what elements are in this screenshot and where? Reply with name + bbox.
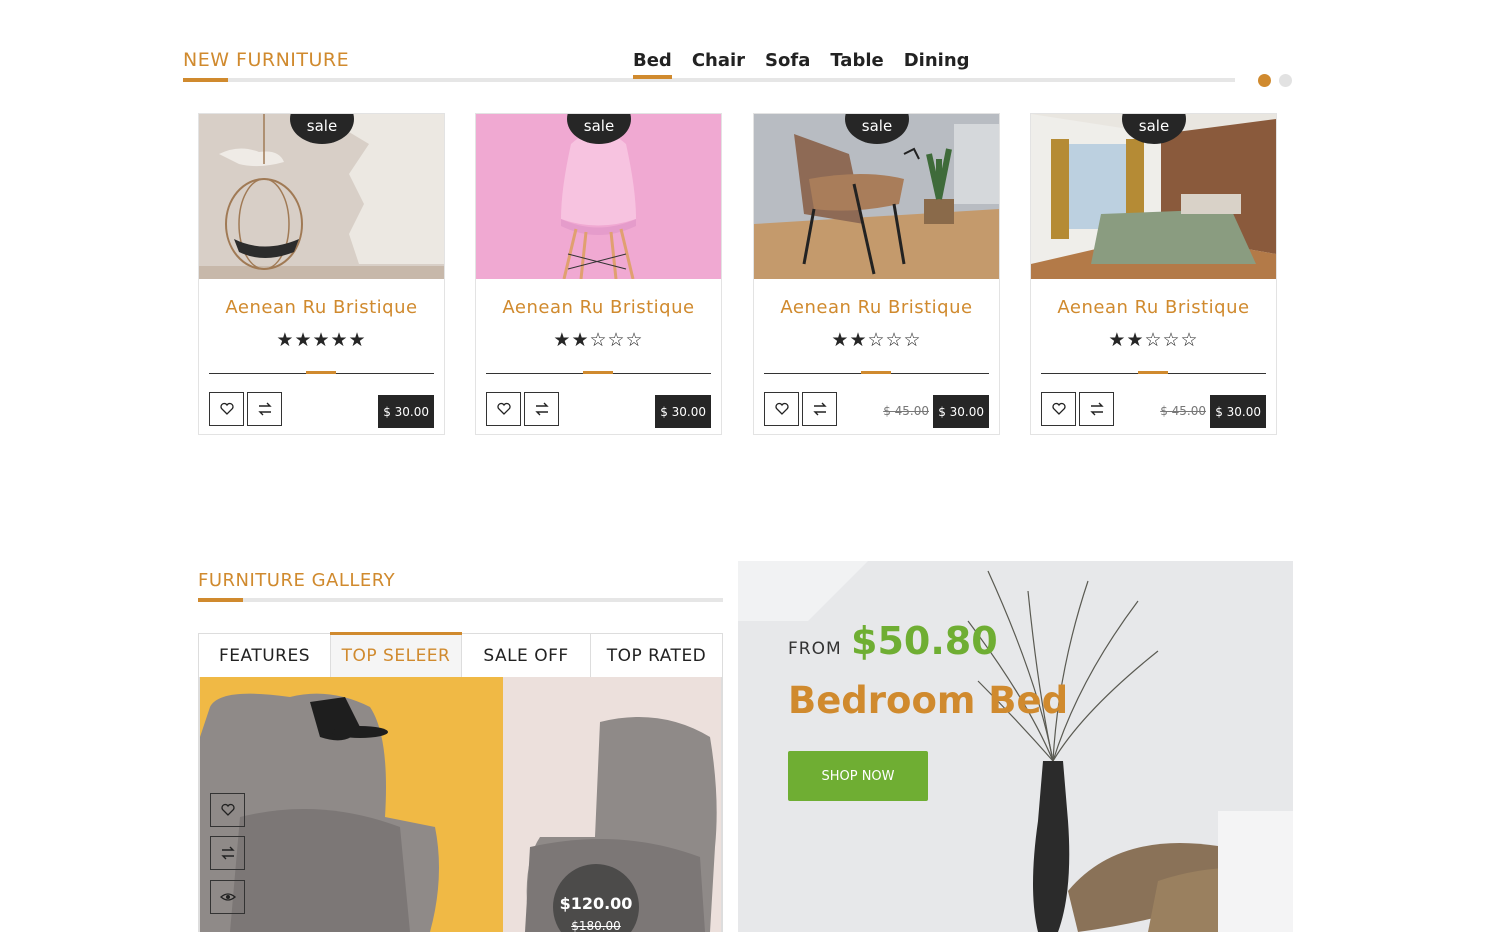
product-card[interactable]: sale Aenean Ru Bristique ★★☆☆☆ $ 30.00 (475, 113, 722, 435)
divider-accent (861, 371, 891, 374)
divider-accent (583, 371, 613, 374)
gallery-product-image (200, 677, 721, 932)
banner-title: Bedroom Bed (788, 679, 1069, 722)
heart-icon (774, 402, 789, 415)
wishlist-button[interactable] (209, 392, 244, 426)
product-name[interactable]: Aenean Ru Bristique (1031, 297, 1276, 318)
compare-button[interactable] (1079, 392, 1114, 426)
compare-icon (534, 402, 549, 416)
tab-features[interactable]: FEATURES (199, 634, 331, 677)
gallery-quickview-button[interactable] (210, 880, 245, 914)
carousel-dots (1258, 74, 1292, 87)
product-price: $ 30.00 (655, 395, 711, 428)
product-price: $ 30.00 (933, 395, 989, 428)
star-rating: ★★★★★ (276, 329, 367, 351)
section-divider-accent (183, 78, 228, 82)
tab-dining[interactable]: Dining (904, 50, 970, 75)
product-price: $ 30.00 (1210, 395, 1266, 428)
star-rating: ★★☆☆☆ (831, 329, 922, 351)
product-image-hanging-chair[interactable]: sale (199, 114, 444, 279)
section-divider (183, 78, 1235, 82)
heart-icon (496, 402, 511, 415)
gallery-tabs: FEATURES TOP SELEER SALE OFF TOP RATED (198, 632, 723, 678)
category-tabs: Bed Chair Sofa Table Dining (633, 50, 970, 79)
product-name[interactable]: Aenean Ru Bristique (754, 297, 999, 318)
tab-sale-off[interactable]: SALE OFF (462, 634, 591, 677)
compare-icon (220, 846, 235, 860)
product-card[interactable]: sale Aenean Ru Bristique ★★☆☆☆ $ 45.00 $… (753, 113, 1000, 435)
product-name[interactable]: Aenean Ru Bristique (199, 297, 444, 318)
furniture-gallery-title: FURNITURE GALLERY (198, 570, 396, 591)
promo-banner[interactable]: FROM $50.80 Bedroom Bed SHOP NOW (738, 561, 1293, 932)
product-card[interactable]: sale Aenean Ru Bristique ★★★★★ $ 30.00 (198, 113, 445, 435)
tab-table[interactable]: Table (830, 50, 883, 75)
compare-icon (812, 402, 827, 416)
product-card[interactable]: sale Aenean Ru Bristique ★★☆☆☆ $ 45.00 $… (1030, 113, 1277, 435)
gallery-compare-button[interactable] (210, 836, 245, 870)
wishlist-button[interactable] (764, 392, 799, 426)
tab-chair[interactable]: Chair (692, 50, 745, 75)
tab-top-seller[interactable]: TOP SELEER (330, 632, 462, 677)
gallery-old-price: $180.00 (571, 919, 621, 932)
product-image-bedroom[interactable]: sale (1031, 114, 1276, 279)
heart-icon (1051, 402, 1066, 415)
shop-now-button[interactable]: SHOP NOW (788, 751, 928, 801)
heart-icon (220, 803, 235, 816)
product-name[interactable]: Aenean Ru Bristique (476, 297, 721, 318)
banner-price: $50.80 (851, 619, 998, 663)
carousel-dot-2[interactable] (1279, 74, 1292, 87)
compare-icon (257, 402, 272, 416)
old-price: $ 45.00 (883, 404, 929, 418)
tab-bed[interactable]: Bed (633, 50, 672, 79)
compare-button[interactable] (524, 392, 559, 426)
gallery-wishlist-button[interactable] (210, 793, 245, 827)
gallery-price: $120.00 (559, 894, 633, 913)
banner-from-label: FROM (788, 639, 842, 659)
gallery-product[interactable]: $120.00 $180.00 (198, 677, 723, 932)
wishlist-button[interactable] (486, 392, 521, 426)
new-furniture-title: NEW FURNITURE (183, 49, 350, 71)
compare-icon (1089, 402, 1104, 416)
tab-sofa[interactable]: Sofa (765, 50, 810, 75)
old-price: $ 45.00 (1160, 404, 1206, 418)
compare-button[interactable] (247, 392, 282, 426)
banner-image (738, 561, 1293, 932)
tab-top-rated[interactable]: TOP RATED (591, 634, 722, 677)
product-image-lounge-chair[interactable]: sale (754, 114, 999, 279)
section-divider (198, 598, 723, 602)
divider-accent (306, 371, 336, 374)
product-image-pink-chair[interactable]: sale (476, 114, 721, 279)
compare-button[interactable] (802, 392, 837, 426)
heart-icon (219, 402, 234, 415)
divider-accent (1138, 371, 1168, 374)
wishlist-button[interactable] (1041, 392, 1076, 426)
section-divider-accent (198, 598, 243, 602)
star-rating: ★★☆☆☆ (553, 329, 644, 351)
star-rating: ★★☆☆☆ (1108, 329, 1199, 351)
product-price: $ 30.00 (378, 395, 434, 428)
carousel-dot-1[interactable] (1258, 74, 1271, 87)
eye-icon (219, 893, 236, 901)
